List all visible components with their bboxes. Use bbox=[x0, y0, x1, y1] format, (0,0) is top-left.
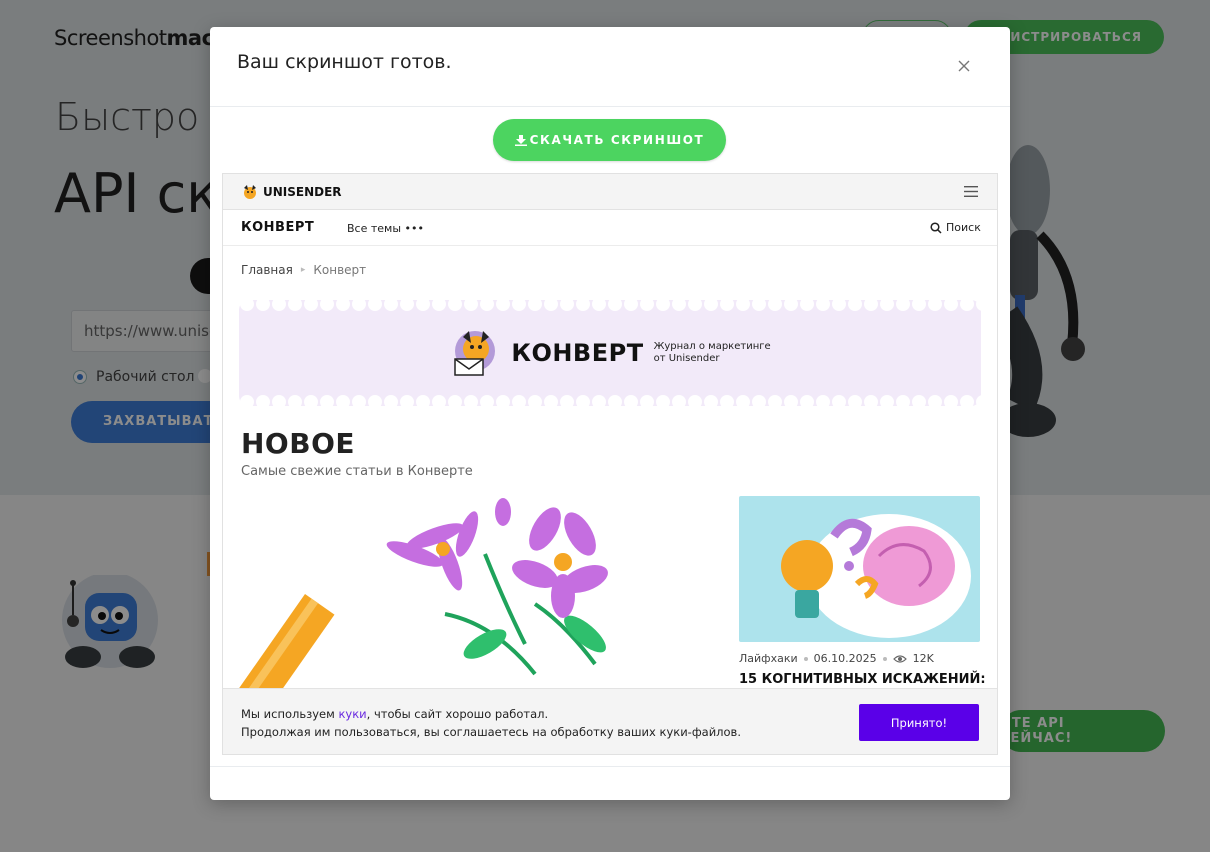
article-card-title[interactable]: 15 КОГНИТИВНЫХ ИСКАЖЕНИЙ: bbox=[739, 672, 986, 687]
preview-section-logo[interactable]: КОНВЕРТ bbox=[241, 220, 314, 235]
hamburger-menu-icon[interactable] bbox=[964, 186, 978, 197]
preview-nav-bar: КОНВЕРТ Все темы ••• Поиск bbox=[223, 210, 997, 246]
download-screenshot-button[interactable]: СКАЧАТЬ СКРИНШОТ bbox=[493, 119, 726, 161]
dog-logo-icon bbox=[244, 185, 256, 199]
screenshot-ready-modal: Ваш скриншот готов. СКАЧАТЬ СКРИНШОТ UNI… bbox=[210, 27, 1010, 800]
article-date: 06.10.2025 bbox=[813, 652, 877, 665]
modal-footer-divider bbox=[210, 766, 1010, 767]
modal-title: Ваш скриншот готов. bbox=[237, 51, 452, 73]
breadcrumb-current: Конверт bbox=[313, 263, 367, 277]
article-card-image[interactable] bbox=[739, 496, 980, 642]
close-icon bbox=[958, 60, 970, 72]
preview-brand: UNISENDER bbox=[241, 184, 342, 200]
modal-header: Ваш скриншот готов. bbox=[210, 27, 1010, 107]
preview-search-label: Поиск bbox=[946, 221, 981, 234]
article-card-meta: Лайфхаки 06.10.2025 12K bbox=[739, 652, 934, 665]
lightbulb-brain-illustration bbox=[781, 514, 971, 638]
eye-icon bbox=[892, 654, 907, 663]
breadcrumb-home[interactable]: Главная bbox=[241, 263, 293, 277]
screenshot-preview: UNISENDER КОНВЕРТ Все темы ••• Поиск Гла… bbox=[222, 173, 998, 755]
article-category[interactable]: Лайфхаки bbox=[739, 652, 798, 665]
article-views: 12K bbox=[912, 652, 934, 665]
preview-topics-menu[interactable]: Все темы ••• bbox=[347, 222, 424, 235]
close-button[interactable] bbox=[952, 54, 976, 78]
banner-title: КОНВЕРТ bbox=[511, 339, 644, 367]
meta-separator bbox=[882, 656, 887, 661]
preview-breadcrumb: Главная ▸ Конверт bbox=[241, 263, 366, 277]
banner-subtitle: Журнал о маркетинге от Unisender bbox=[653, 341, 771, 364]
cookie-accept-button[interactable]: Принято! bbox=[859, 704, 979, 741]
preview-search[interactable]: Поиск bbox=[930, 221, 981, 234]
meta-separator bbox=[803, 656, 808, 661]
cookie-text: Мы используем куки, чтобы сайт хорошо ра… bbox=[241, 707, 741, 739]
cookie-link[interactable]: куки bbox=[338, 707, 366, 721]
cookie-banner: Мы используем куки, чтобы сайт хорошо ра… bbox=[223, 688, 997, 754]
download-label: СКАЧАТЬ СКРИНШОТ bbox=[529, 133, 705, 147]
konvert-banner: КОНВЕРТ Журнал о маркетинге от Unisender bbox=[239, 300, 981, 406]
new-section-title: НОВОЕ bbox=[241, 427, 356, 460]
breadcrumb-separator-icon: ▸ bbox=[300, 265, 306, 275]
konvert-dog-mascot-icon bbox=[454, 331, 496, 376]
search-icon bbox=[930, 221, 942, 234]
download-icon bbox=[514, 135, 527, 146]
flowers-pencil-illustration[interactable] bbox=[235, 494, 725, 694]
more-dots-icon: ••• bbox=[404, 222, 424, 235]
preview-top-bar: UNISENDER bbox=[223, 174, 997, 210]
new-section-subtitle: Самые свежие статьи в Конверте bbox=[241, 464, 473, 479]
preview-brand-label: UNISENDER bbox=[263, 185, 342, 199]
